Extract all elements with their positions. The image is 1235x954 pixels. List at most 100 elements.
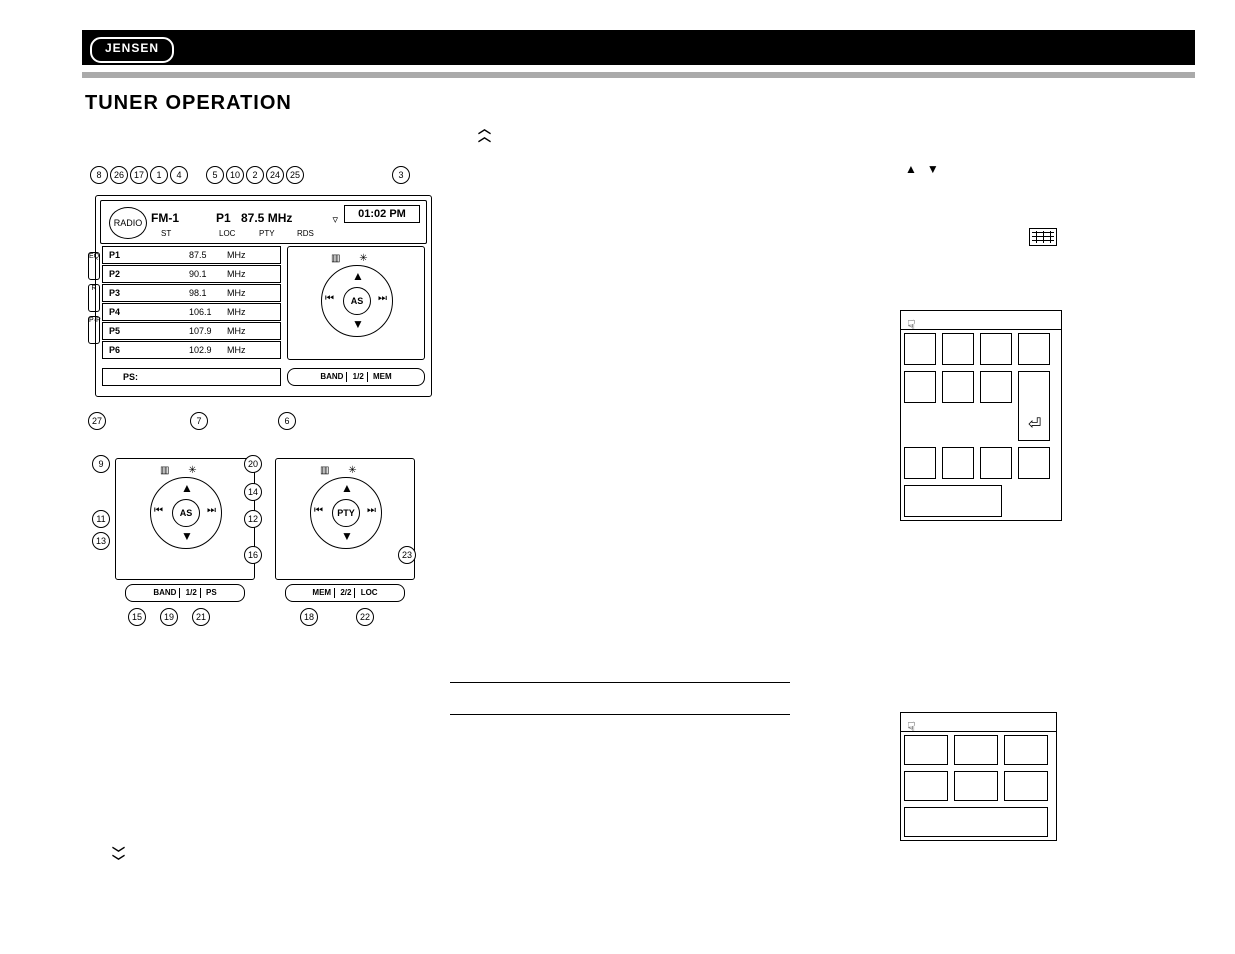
panel-top-icons: ▥ ✳ <box>160 465 205 476</box>
dpad-center-button[interactable]: PTY <box>332 499 360 527</box>
enter-icon: ⏎ <box>1028 414 1041 434</box>
callout: 5 <box>206 166 224 184</box>
dpad-next-icon[interactable]: ⏭ <box>367 505 376 516</box>
panel-top-icons: ▥ ✳ <box>331 253 376 264</box>
page-title: TUNER OPERATION <box>85 92 292 115</box>
callout: 21 <box>192 608 210 626</box>
pill-mem-button[interactable]: MEM <box>312 588 331 597</box>
keypad-diagram-small: ☟ <box>900 712 1057 841</box>
callout: 9 <box>92 455 110 473</box>
keypad-mini-icon <box>1029 228 1057 246</box>
double-caret-down-icon: ﹀﹀ <box>112 850 125 866</box>
callout: 18 <box>300 608 318 626</box>
dpad-down-icon[interactable]: ▼ <box>341 529 353 543</box>
frequency-readout: 87.5 MHz <box>241 211 292 225</box>
preset-row[interactable]: P398.1MHz <box>102 284 281 302</box>
dpad-prev-icon[interactable]: ⏮ <box>154 505 163 516</box>
callout: 7 <box>190 412 208 430</box>
dpad-down-icon[interactable]: ▼ <box>181 529 193 543</box>
dpad-up-icon[interactable]: ▲ <box>352 269 364 283</box>
side-tab[interactable]: P·P <box>88 316 100 344</box>
preset-row[interactable]: P290.1MHz <box>102 265 281 283</box>
clock-readout: 01:02 PM <box>344 205 420 223</box>
callout: 17 <box>130 166 148 184</box>
side-tab[interactable]: EQ <box>88 252 100 280</box>
rule <box>450 714 790 715</box>
loc-indicator: LOC <box>219 229 235 238</box>
freq-value: 87.5 <box>241 211 264 225</box>
preset-row[interactable]: P187.5MHz <box>102 246 281 264</box>
radio-header: RADIO FM-1 P1 87.5 MHz 01:02 PM ST LOC P… <box>100 200 427 244</box>
dpad-next-icon[interactable]: ⏭ <box>207 505 216 516</box>
dpad-prev-icon[interactable]: ⏮ <box>314 505 323 516</box>
callout: 15 <box>128 608 146 626</box>
pill-page-button[interactable]: 1/2 <box>353 372 364 381</box>
brand-logo: JENSEN <box>90 37 174 63</box>
pill-loc-button[interactable]: LOC <box>361 588 378 597</box>
dpad-down-icon[interactable]: ▼ <box>352 317 364 331</box>
ps-bar: PS: <box>102 368 281 386</box>
control-pill: MEM 2/2 LOC <box>285 584 405 602</box>
dpad-center-button[interactable]: AS <box>172 499 200 527</box>
header-band <box>82 30 1195 65</box>
divider <box>82 72 1195 78</box>
dpad-center-button[interactable]: AS <box>343 287 371 315</box>
keypad-diagram-large: ☟ ⏎ <box>900 310 1062 521</box>
preset-row[interactable]: P6102.9MHz <box>102 341 281 359</box>
mode-indicator: RADIO <box>109 207 147 239</box>
callout: 8 <box>90 166 108 184</box>
dpad: ▥ ✳ AS ▲ ▼ ⏮ ⏭ <box>311 255 401 345</box>
freq-unit: MHz <box>268 211 293 225</box>
callout: 1 <box>150 166 168 184</box>
pty-indicator: PTY <box>259 229 275 238</box>
st-indicator: ST <box>161 229 171 238</box>
dpad: ▥ ✳ PTY ▲ ▼ ⏮ ⏭ <box>300 467 390 557</box>
side-tab[interactable]: R <box>88 284 100 312</box>
pill-mem-button[interactable]: MEM <box>373 372 392 381</box>
touch-hand-icon: ☟ <box>907 317 916 334</box>
control-pill: BAND 1/2 MEM <box>287 368 425 386</box>
preset-list: P187.5MHz P290.1MHz P398.1MHz P4106.1MHz… <box>102 246 281 362</box>
callout: 11 <box>92 510 110 528</box>
up-down-icons: ▲ ▼ <box>905 162 939 176</box>
dpad-up-icon[interactable]: ▲ <box>341 481 353 495</box>
callout: 16 <box>244 546 262 564</box>
double-caret-up-icon: ︿︿ <box>478 125 491 141</box>
callout: 20 <box>244 455 262 473</box>
pill-band-button[interactable]: BAND <box>153 588 176 597</box>
callout: 13 <box>92 532 110 550</box>
callout: 27 <box>88 412 106 430</box>
callout: 12 <box>244 510 262 528</box>
callout: 19 <box>160 608 178 626</box>
pill-page-button[interactable]: 2/2 <box>340 588 351 597</box>
control-card-right: ▥ ✳ PTY ▲ ▼ ⏮ ⏭ MEM 2/2 LOC <box>275 452 415 602</box>
callout: 4 <box>170 166 188 184</box>
control-panel: ▥ ✳ AS ▲ ▼ ⏮ ⏭ <box>287 246 425 360</box>
control-card-left: ▥ ✳ AS ▲ ▼ ⏮ ⏭ BAND 1/2 PS <box>115 452 255 602</box>
callout: 23 <box>398 546 416 564</box>
dpad-up-icon[interactable]: ▲ <box>181 481 193 495</box>
band-indicator: FM-1 <box>151 211 179 225</box>
preset-number: P1 <box>216 211 231 225</box>
side-tabs: EQ R P·P <box>88 252 98 348</box>
dpad: ▥ ✳ AS ▲ ▼ ⏮ ⏭ <box>140 467 230 557</box>
panel-top-icons: ▥ ✳ <box>320 465 365 476</box>
rule <box>450 682 790 683</box>
radio-unit-diagram: RADIO FM-1 P1 87.5 MHz 01:02 PM ST LOC P… <box>95 195 432 397</box>
preset-row[interactable]: P4106.1MHz <box>102 303 281 321</box>
pill-band-button[interactable]: BAND <box>320 372 343 381</box>
callout: 22 <box>356 608 374 626</box>
rds-indicator: RDS <box>297 229 314 238</box>
control-pill: BAND 1/2 PS <box>125 584 245 602</box>
pill-page-button[interactable]: 1/2 <box>186 588 197 597</box>
callout: 2 <box>246 166 264 184</box>
callout: 6 <box>278 412 296 430</box>
callout: 25 <box>286 166 304 184</box>
dpad-next-icon[interactable]: ⏭ <box>378 293 387 304</box>
signal-icon: ▿ <box>332 213 338 226</box>
pill-ps-button[interactable]: PS <box>206 588 217 597</box>
callout: 10 <box>226 166 244 184</box>
preset-row[interactable]: P5107.9MHz <box>102 322 281 340</box>
dpad-prev-icon[interactable]: ⏮ <box>325 293 334 304</box>
callout: 14 <box>244 483 262 501</box>
